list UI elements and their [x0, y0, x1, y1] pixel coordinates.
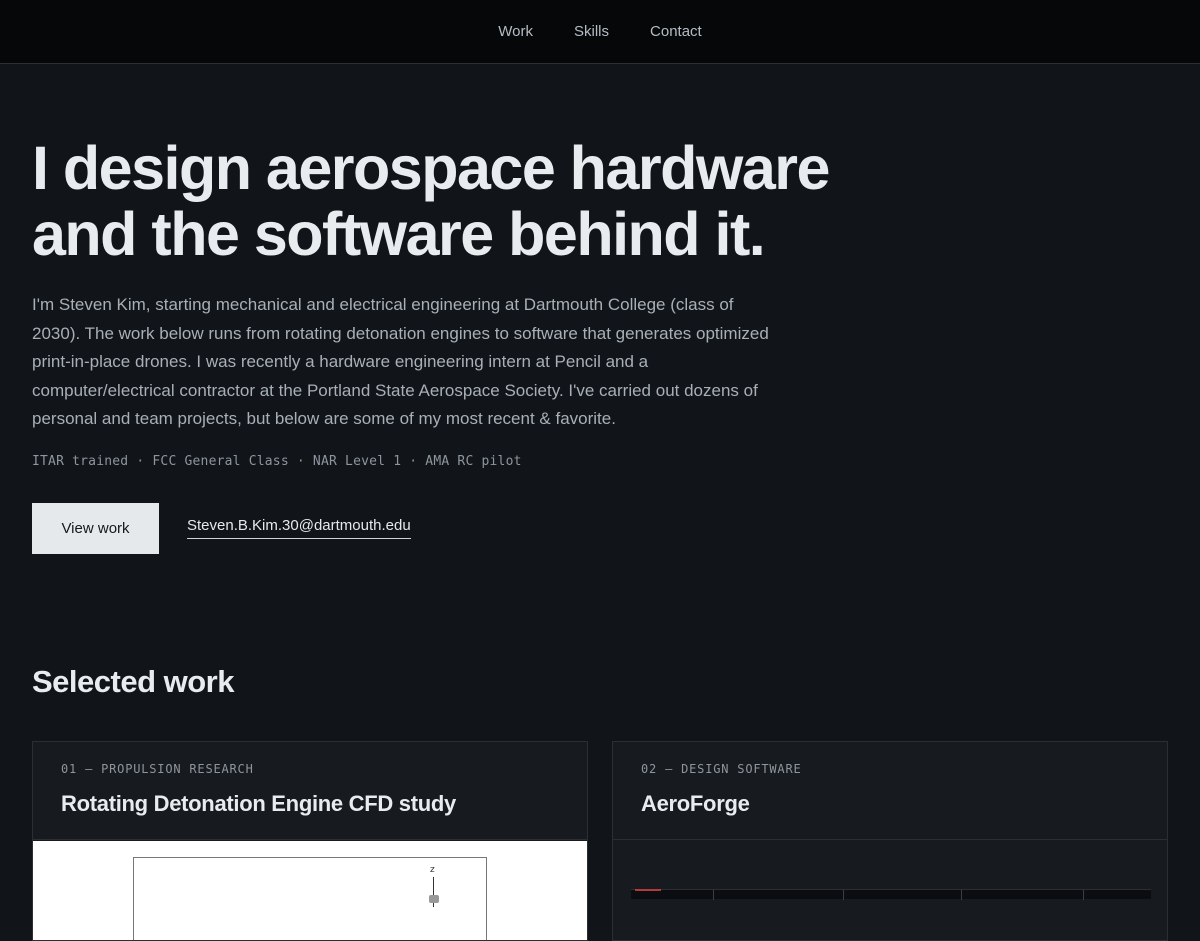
nav-item-contact[interactable]: Contact: [650, 23, 702, 40]
card-kicker: 01 — PROPULSION RESEARCH: [61, 762, 254, 776]
certifications: ITAR trained · FCC General Class · NAR L…: [32, 454, 522, 469]
axis-label: z: [430, 865, 435, 875]
card-header: 02 — DESIGN SOFTWARE AeroForge: [613, 742, 1167, 840]
axis-marker: [429, 895, 439, 903]
hero-intro: I'm Steven Kim, starting mechanical and …: [32, 295, 769, 429]
card-image: [613, 841, 1167, 940]
view-work-button[interactable]: View work: [32, 503, 159, 554]
selected-work-heading: Selected work: [32, 664, 234, 699]
divider: [1083, 890, 1084, 900]
card-image: z: [33, 841, 587, 940]
hero-title: I design aerospace hardware and the soft…: [32, 135, 932, 267]
nav-item-work[interactable]: Work: [498, 23, 533, 40]
divider: [713, 890, 714, 900]
app-screenshot-strip: [631, 889, 1151, 900]
card-title: AeroForge: [641, 791, 750, 816]
top-nav: Work Skills Contact: [0, 0, 1200, 64]
card-title: Rotating Detonation Engine CFD study: [61, 791, 456, 816]
divider: [961, 890, 962, 900]
project-card-aeroforge[interactable]: 02 — DESIGN SOFTWARE AeroForge: [612, 741, 1168, 941]
hero-title-line-1: I design aerospace hardware: [32, 134, 830, 202]
hero-title-line-2: and the software behind it.: [32, 200, 766, 268]
accent-bar: [635, 889, 661, 891]
nav-item-skills[interactable]: Skills: [574, 23, 609, 40]
card-header: 01 — PROPULSION RESEARCH Rotating Detona…: [33, 742, 587, 840]
card-kicker: 02 — DESIGN SOFTWARE: [641, 762, 802, 776]
project-card-rde[interactable]: 01 — PROPULSION RESEARCH Rotating Detona…: [32, 741, 588, 941]
divider: [843, 890, 844, 900]
email-link[interactable]: Steven.B.Kim.30@dartmouth.edu: [187, 517, 411, 539]
